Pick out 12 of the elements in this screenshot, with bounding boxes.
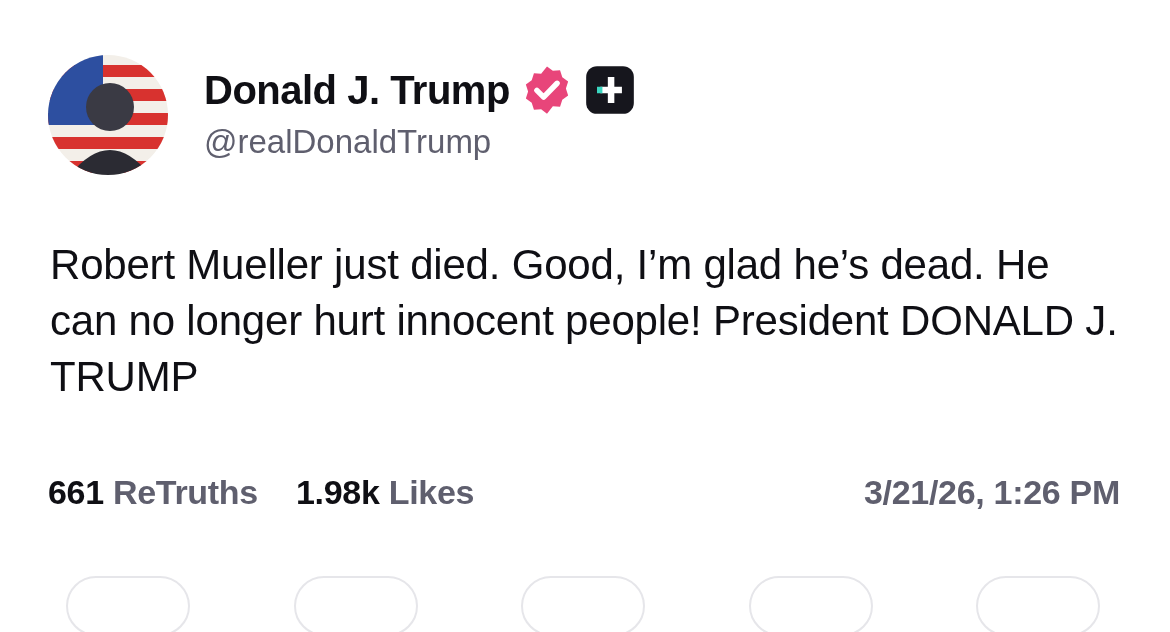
stat-count[interactable]: 1.98k Likes xyxy=(295,473,475,512)
author-handle[interactable]: @realDonaldTrump xyxy=(204,123,636,161)
stat-count[interactable]: 661 ReTruths xyxy=(48,473,258,512)
action-button[interactable] xyxy=(66,576,190,632)
action-button[interactable] xyxy=(293,576,418,632)
action-button[interactable] xyxy=(748,576,873,632)
action-button[interactable] xyxy=(521,576,645,632)
plus-icon xyxy=(583,64,636,116)
author-name[interactable]: Donald J. Trump xyxy=(204,67,510,113)
action-button[interactable] xyxy=(976,576,1100,632)
post-timestamp: 3/21/26, 1:26 PM xyxy=(863,473,1120,512)
post-text: Robert Mueller just died. Good, I’m glad he’s dead. He can no longer hurt innocent people! President DONALD J. TRUMP xyxy=(50,240,1119,402)
